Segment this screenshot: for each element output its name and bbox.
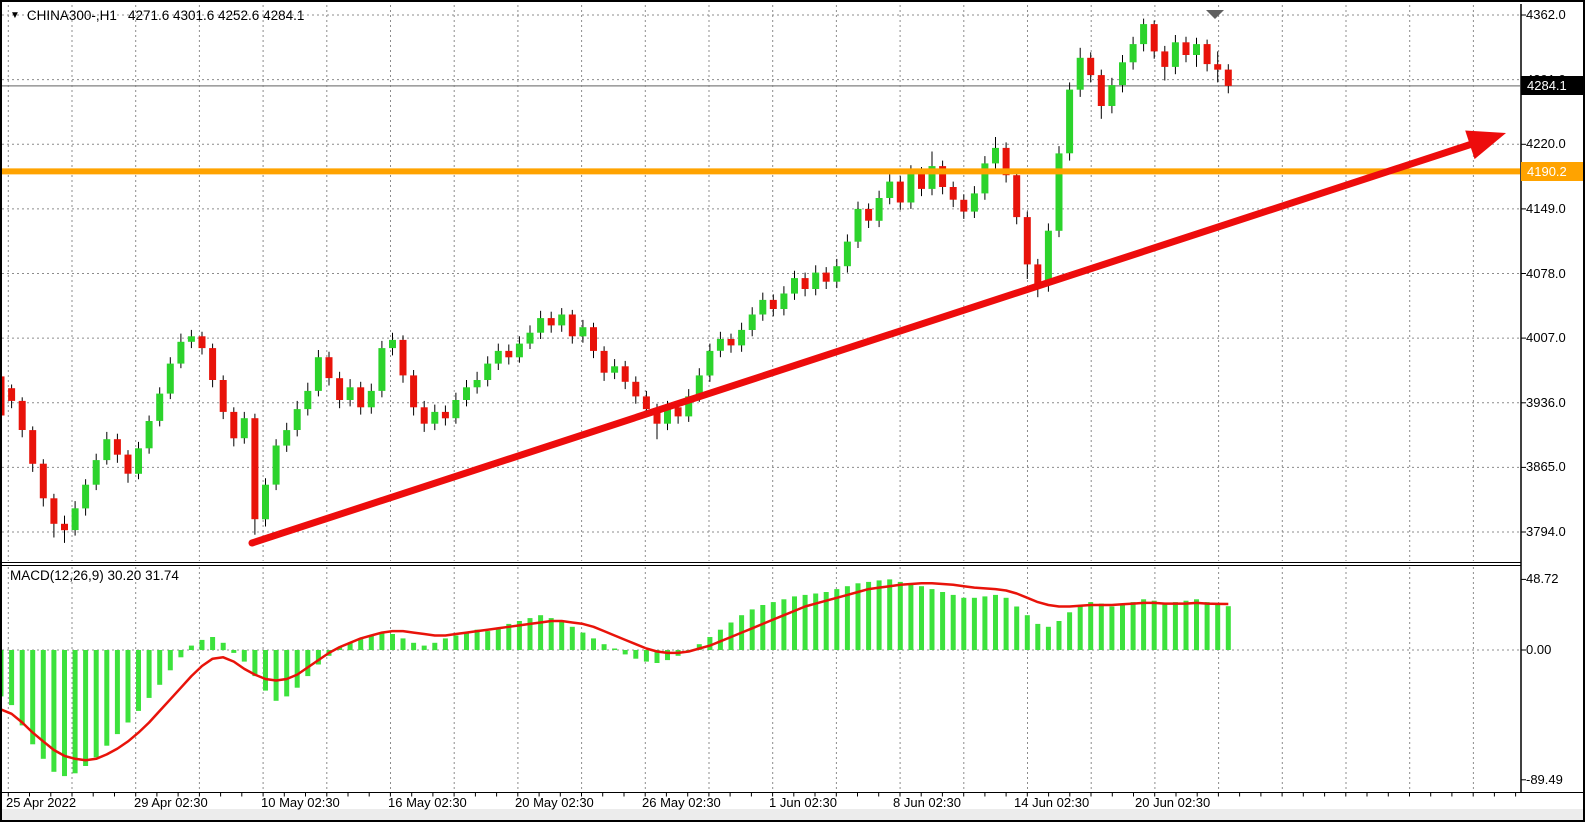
- chart-canvas[interactable]: [2, 2, 1583, 820]
- time-axis-label: 14 Jun 02:30: [1014, 795, 1089, 810]
- price-axis-label: 4078.0: [1526, 266, 1566, 281]
- time-axis-label: 8 Jun 02:30: [893, 795, 961, 810]
- bottom-strip: [2, 809, 1583, 820]
- chart-title-bar: ▼ CHINA300-,H1 4271.6 4301.6 4252.6 4284…: [10, 8, 304, 23]
- symbol-dropdown-icon[interactable]: ▼: [10, 11, 20, 21]
- time-axis-label: 16 May 02:30: [388, 795, 467, 810]
- price-axis-label: 4220.0: [1526, 136, 1566, 151]
- chart-window: ▼ CHINA300-,H1 4271.6 4301.6 4252.6 4284…: [0, 0, 1585, 822]
- time-axis-label: 29 Apr 02:30: [134, 795, 208, 810]
- chart-title-symbol: CHINA300-,H1: [27, 8, 117, 23]
- time-axis-label: 20 Jun 02:30: [1135, 795, 1210, 810]
- time-axis-label: 20 May 02:30: [515, 795, 594, 810]
- time-axis-label: 25 Apr 2022: [6, 795, 76, 810]
- vertical-gridlines: [8, 5, 1473, 791]
- macd-indicator-label: MACD(12,26,9) 30.20 31.74: [10, 568, 179, 583]
- price-axis-label: 3865.0: [1526, 459, 1566, 474]
- macd-axis-label: 48.72: [1526, 571, 1559, 586]
- price-axis-label: 3794.0: [1526, 524, 1566, 539]
- macd-axis-label: 0.00: [1526, 642, 1551, 657]
- chart-title-ohlc: 4271.6 4301.6 4252.6 4284.1: [128, 8, 304, 23]
- time-axis-label: 1 Jun 02:30: [769, 795, 837, 810]
- time-axis-label: 10 May 02:30: [261, 795, 340, 810]
- bid-price-badge: 4284.1: [1521, 76, 1583, 95]
- macd-axis-label: -89.49: [1526, 772, 1563, 787]
- horizontal-gridlines: [2, 15, 1520, 650]
- macd-histogram: [2, 579, 1231, 776]
- time-axis-label: 26 May 02:30: [642, 795, 721, 810]
- level-price-badge: 4190.2: [1521, 162, 1583, 181]
- price-axis-label: 3936.0: [1526, 395, 1566, 410]
- price-axis-label: 4007.0: [1526, 330, 1566, 345]
- price-axis-label: 4149.0: [1526, 201, 1566, 216]
- price-axis-label: 4362.0: [1526, 7, 1566, 22]
- macd-signal-line: [2, 583, 1228, 760]
